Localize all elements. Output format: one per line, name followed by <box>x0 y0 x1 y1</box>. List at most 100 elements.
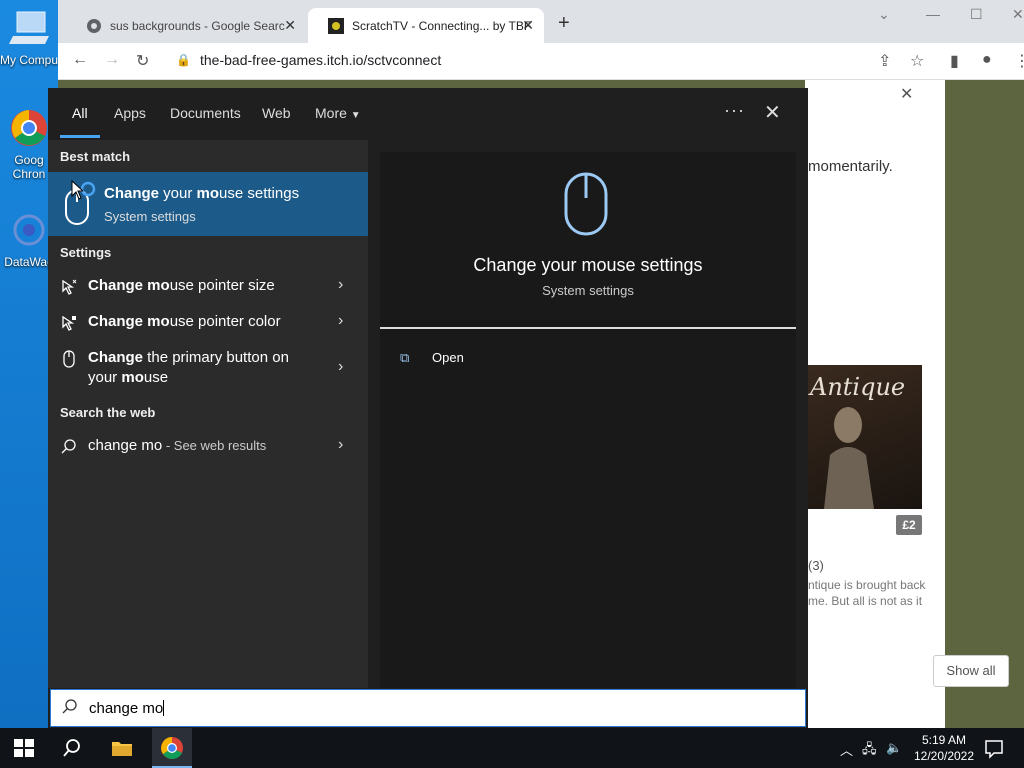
mouse-icon <box>564 172 608 236</box>
open-label: Open <box>432 350 464 365</box>
close-icon[interactable]: ✕ <box>900 84 913 104</box>
chrome-icon <box>11 110 47 146</box>
result-label: Change the primary button on your mouse <box>88 348 308 388</box>
title-bold2: mo <box>196 185 220 202</box>
tab-strip: sus backgrounds - Google Searc ✕ Scratch… <box>58 0 1024 43</box>
back-icon[interactable]: ← <box>72 51 88 69</box>
search-input[interactable]: change mo <box>89 700 165 717</box>
network-icon[interactable]: 🖧 <box>862 740 877 762</box>
game-description-line1: ntique is brought back <box>808 578 926 592</box>
chevron-right-icon[interactable]: › <box>338 276 343 294</box>
taskbar-chrome-active[interactable] <box>152 728 192 768</box>
best-match-subtitle: System settings <box>104 209 196 224</box>
open-icon: ⧉ <box>400 350 410 365</box>
tab-title: ScratchTV - Connecting... by TBF <box>352 18 532 33</box>
game-thumbnail[interactable]: Antique <box>808 365 922 509</box>
close-tab-icon[interactable]: ✕ <box>284 17 296 34</box>
web-suffix: - See web results <box>162 438 267 453</box>
title-rest: use settings <box>219 185 300 202</box>
pointer-size-icon <box>62 279 77 295</box>
result-item-pointer-color[interactable]: Change mouse pointer color › <box>48 312 368 336</box>
preview-pane: Change your mouse settings System settin… <box>380 152 796 688</box>
tab-title: sus backgrounds - Google Searc <box>110 18 285 33</box>
best-match-title: Change your mouse settings <box>104 185 299 202</box>
browser-tab-scratchtv[interactable]: ScratchTV - Connecting... by TBF ✕ <box>308 8 544 43</box>
bookmark-star-icon[interactable]: ☆ <box>910 51 924 71</box>
clock-date: 12/20/2022 <box>913 749 975 763</box>
search-filter-tabs: All Apps Documents Web More ▼ ··· ✕ <box>48 88 808 140</box>
search-box[interactable]: change mo <box>50 689 806 727</box>
show-hidden-icons-chevron-icon[interactable]: ︿ <box>840 740 853 759</box>
title-bold: Change <box>104 185 160 202</box>
search-web-header: Search the web <box>60 405 156 420</box>
tab-documents[interactable]: Documents <box>170 105 241 121</box>
chevron-right-icon[interactable]: › <box>338 312 343 330</box>
chrome-icon <box>161 737 183 759</box>
mouse-icon <box>63 350 75 368</box>
result-item-web-search[interactable]: change mo - See web results › <box>48 436 368 460</box>
browser-toolbar: ← → ↻ 🔒 the-bad-free-games.itch.io/sctvc… <box>58 43 1024 80</box>
menu-icon[interactable]: ⋮ <box>1014 51 1024 71</box>
price-badge: £2 <box>896 515 922 535</box>
address-bar[interactable]: the-bad-free-games.itch.io/sctvconnect <box>200 52 441 68</box>
open-action[interactable]: ⧉ Open <box>400 350 464 366</box>
result-item-pointer-size[interactable]: Change mouse pointer size › <box>48 276 368 300</box>
tab-web[interactable]: Web <box>262 105 291 121</box>
search-icon[interactable] <box>60 736 84 760</box>
mouse-cursor-icon <box>71 180 83 200</box>
active-tab-indicator <box>60 135 100 138</box>
chevron-right-icon[interactable]: › <box>338 436 343 454</box>
browser-tab-google[interactable]: sus backgrounds - Google Searc ✕ <box>66 8 306 43</box>
show-all-button[interactable]: Show all <box>933 655 1009 687</box>
close-tab-icon[interactable]: ✕ <box>522 17 534 34</box>
result-rest: the primary button on <box>143 349 289 366</box>
tab-more-label: More <box>315 105 347 121</box>
side-panel-icon[interactable]: ▮ <box>950 51 959 71</box>
chevron-right-icon[interactable]: › <box>338 358 343 376</box>
page-message-text: momentarily. <box>808 158 893 175</box>
reload-icon[interactable]: ↻ <box>136 51 149 71</box>
result-line2-rest: use <box>143 369 169 386</box>
maximize-button[interactable]: ☐ <box>970 6 983 23</box>
search-icon <box>61 439 76 454</box>
tab-more[interactable]: More ▼ <box>315 105 361 121</box>
scratchtv-favicon <box>328 18 344 34</box>
forward-icon[interactable]: → <box>104 51 120 69</box>
best-match-result[interactable]: Change your mouse settings System settin… <box>48 172 368 236</box>
profile-avatar-icon[interactable]: ● <box>982 51 992 69</box>
search-flyout: All Apps Documents Web More ▼ ··· ✕ Best… <box>48 88 808 728</box>
minimize-button[interactable]: — <box>926 6 940 22</box>
text-cursor <box>163 700 165 716</box>
preview-subtitle: System settings <box>542 283 634 298</box>
desktop-icon-label: My Compu <box>0 53 59 67</box>
windows-start-icon[interactable] <box>12 736 36 760</box>
system-clock[interactable]: 5:19 AM 12/20/2022 <box>906 732 982 764</box>
result-label: change mo - See web results <box>88 436 308 456</box>
google-icon <box>87 19 101 33</box>
desktop-icon-my-computer[interactable]: My Compu <box>0 8 58 67</box>
new-tab-button[interactable]: + <box>558 12 570 35</box>
share-icon[interactable]: ⇪ <box>878 51 891 71</box>
search-value: change mo <box>89 700 164 717</box>
tab-all[interactable]: All <box>72 105 88 121</box>
lock-icon[interactable]: 🔒 <box>176 53 191 67</box>
volume-icon[interactable]: 🔈 <box>886 740 902 756</box>
tab-apps[interactable]: Apps <box>114 105 146 121</box>
web-query: change mo <box>88 437 163 454</box>
taskbar: ︿ 🖧 🔈 5:19 AM 12/20/2022 <box>0 728 1024 768</box>
result-item-primary-button[interactable]: Change the primary button on your mouse › <box>48 348 368 392</box>
settings-header: Settings <box>60 245 112 260</box>
tab-search-icon[interactable]: ⌄ <box>878 6 890 23</box>
result-label: Change mouse pointer color <box>88 312 308 332</box>
result-rest: use pointer color <box>169 313 281 330</box>
close-icon[interactable]: ✕ <box>764 100 781 125</box>
file-explorer-icon[interactable] <box>110 736 134 760</box>
close-window-button[interactable]: ✕ <box>1012 6 1024 23</box>
chevron-down-icon: ▼ <box>350 110 361 121</box>
clock-time: 5:19 AM <box>921 733 967 747</box>
result-bold: Change mo <box>88 313 170 330</box>
game-description-line2: me. But all is not as it <box>808 594 923 608</box>
more-options-icon[interactable]: ··· <box>724 100 745 121</box>
notifications-icon[interactable] <box>982 736 1006 760</box>
pointer-color-icon <box>62 315 76 331</box>
